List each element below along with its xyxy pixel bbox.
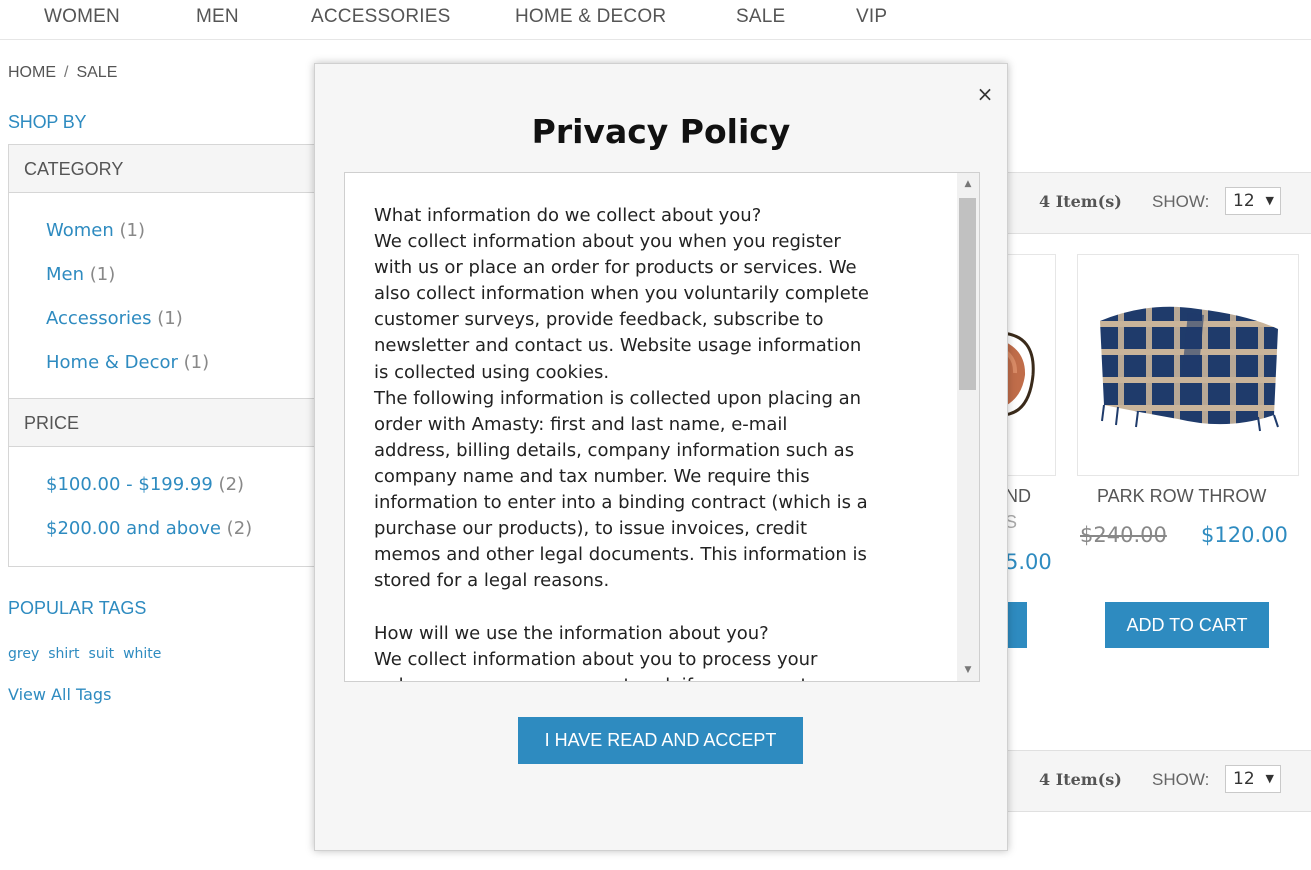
filter-category-men[interactable]: Men (1)	[46, 264, 115, 285]
filter-count: (1)	[89, 264, 116, 285]
breadcrumb: HOME / SALE	[8, 64, 117, 82]
price-filter: PRICE $100.00 - $199.99 (2) $200.00 and …	[8, 398, 340, 567]
nav-men[interactable]: MEN	[196, 6, 239, 28]
filter-price-200-above[interactable]: $200.00 and above (2)	[46, 518, 252, 539]
product-image[interactable]	[1077, 254, 1299, 476]
show-select[interactable]: 12 ▼	[1225, 765, 1281, 793]
item-count: 4 Item(s)	[1039, 770, 1122, 789]
show-select[interactable]: 12 ▼	[1225, 187, 1281, 215]
scroll-up-icon[interactable]: ▲	[957, 175, 979, 193]
filter-category-home-decor[interactable]: Home & Decor (1)	[46, 352, 209, 373]
filter-count: (1)	[157, 308, 183, 329]
tag-grey[interactable]: grey	[8, 646, 39, 662]
tag-shirt[interactable]: shirt	[48, 646, 79, 662]
product-price: $120.00	[1201, 523, 1288, 547]
accept-button[interactable]: I HAVE READ AND ACCEPT	[518, 717, 803, 764]
policy-scroll-area[interactable]: What information do we collect about you…	[344, 172, 980, 682]
tag-white[interactable]: white	[123, 646, 161, 662]
privacy-policy-modal: × Privacy Policy What information do we …	[314, 63, 1008, 851]
product-name-fragment[interactable]: ND	[1005, 486, 1031, 507]
scrollbar[interactable]: ▲ ▼	[957, 173, 979, 681]
filter-label: $100.00 - $199.99	[46, 474, 213, 495]
nav-vip[interactable]: VIP	[856, 6, 887, 28]
filter-label: $200.00 and above	[46, 518, 221, 539]
filter-label: Accessories	[46, 308, 152, 329]
throw-blanket-image	[1100, 306, 1279, 432]
add-to-cart-button[interactable]: ADD TO CART	[1105, 602, 1269, 648]
filter-label: Men	[46, 264, 85, 285]
modal-title: Privacy Policy	[531, 112, 791, 151]
nav-women[interactable]: WOMEN	[44, 6, 120, 28]
filter-price-100-199[interactable]: $100.00 - $199.99 (2)	[46, 474, 244, 495]
shop-by-heading: SHOP BY	[8, 112, 87, 132]
show-label: SHOW:	[1152, 770, 1210, 789]
item-count: 4 Item(s)	[1039, 192, 1122, 211]
filter-count: (1)	[119, 220, 146, 241]
tag-list: grey shirt suit white	[8, 646, 170, 662]
tag-suit[interactable]: suit	[89, 646, 115, 662]
policy-text: What information do we collect about you…	[374, 205, 869, 681]
top-nav: WOMEN MEN ACCESSORIES HOME & DECOR SALE …	[0, 0, 1311, 40]
chevron-down-icon: ▼	[1265, 194, 1274, 207]
breadcrumb-separator: /	[64, 64, 69, 81]
price-filter-title[interactable]: PRICE	[9, 399, 339, 447]
show-value: 12	[1233, 191, 1255, 211]
category-filter: CATEGORY Women (1) Men (1) Accessories (…	[8, 144, 340, 401]
show-value: 12	[1233, 769, 1255, 789]
popular-tags-heading: POPULAR TAGS	[8, 598, 147, 618]
add-to-cart-button[interactable]	[1005, 602, 1027, 648]
filter-count: (1)	[183, 352, 210, 373]
toolbar-top: 4 Item(s) SHOW: 12 ▼	[1005, 172, 1311, 234]
chevron-down-icon: ▼	[1265, 772, 1274, 785]
view-all-tags-link[interactable]: View All Tags	[8, 685, 111, 704]
category-filter-title[interactable]: CATEGORY	[9, 145, 339, 193]
product-price: 5.00	[1005, 550, 1052, 574]
breadcrumb-sale: SALE	[76, 64, 118, 81]
filter-category-accessories[interactable]: Accessories (1)	[46, 308, 183, 329]
filter-label: Women	[46, 220, 114, 241]
nav-home-decor[interactable]: HOME & DECOR	[515, 6, 666, 28]
filter-label: Home & Decor	[46, 352, 178, 373]
show-label: SHOW:	[1152, 192, 1210, 211]
scroll-down-icon[interactable]: ▼	[957, 661, 979, 679]
product-name[interactable]: PARK ROW THROW	[1097, 486, 1266, 507]
breadcrumb-home[interactable]: HOME	[8, 64, 56, 81]
nav-accessories[interactable]: ACCESSORIES	[311, 6, 450, 28]
product-old-price: $240.00	[1080, 523, 1167, 547]
filter-count: (2)	[226, 518, 253, 539]
scrollbar-thumb[interactable]	[959, 198, 976, 390]
filter-count: (2)	[218, 474, 245, 495]
nav-sale[interactable]: SALE	[736, 6, 785, 28]
close-icon[interactable]: ×	[975, 82, 995, 106]
filter-category-women[interactable]: Women (1)	[46, 220, 145, 241]
toolbar-bottom: 4 Item(s) SHOW: 12 ▼	[1005, 750, 1311, 812]
